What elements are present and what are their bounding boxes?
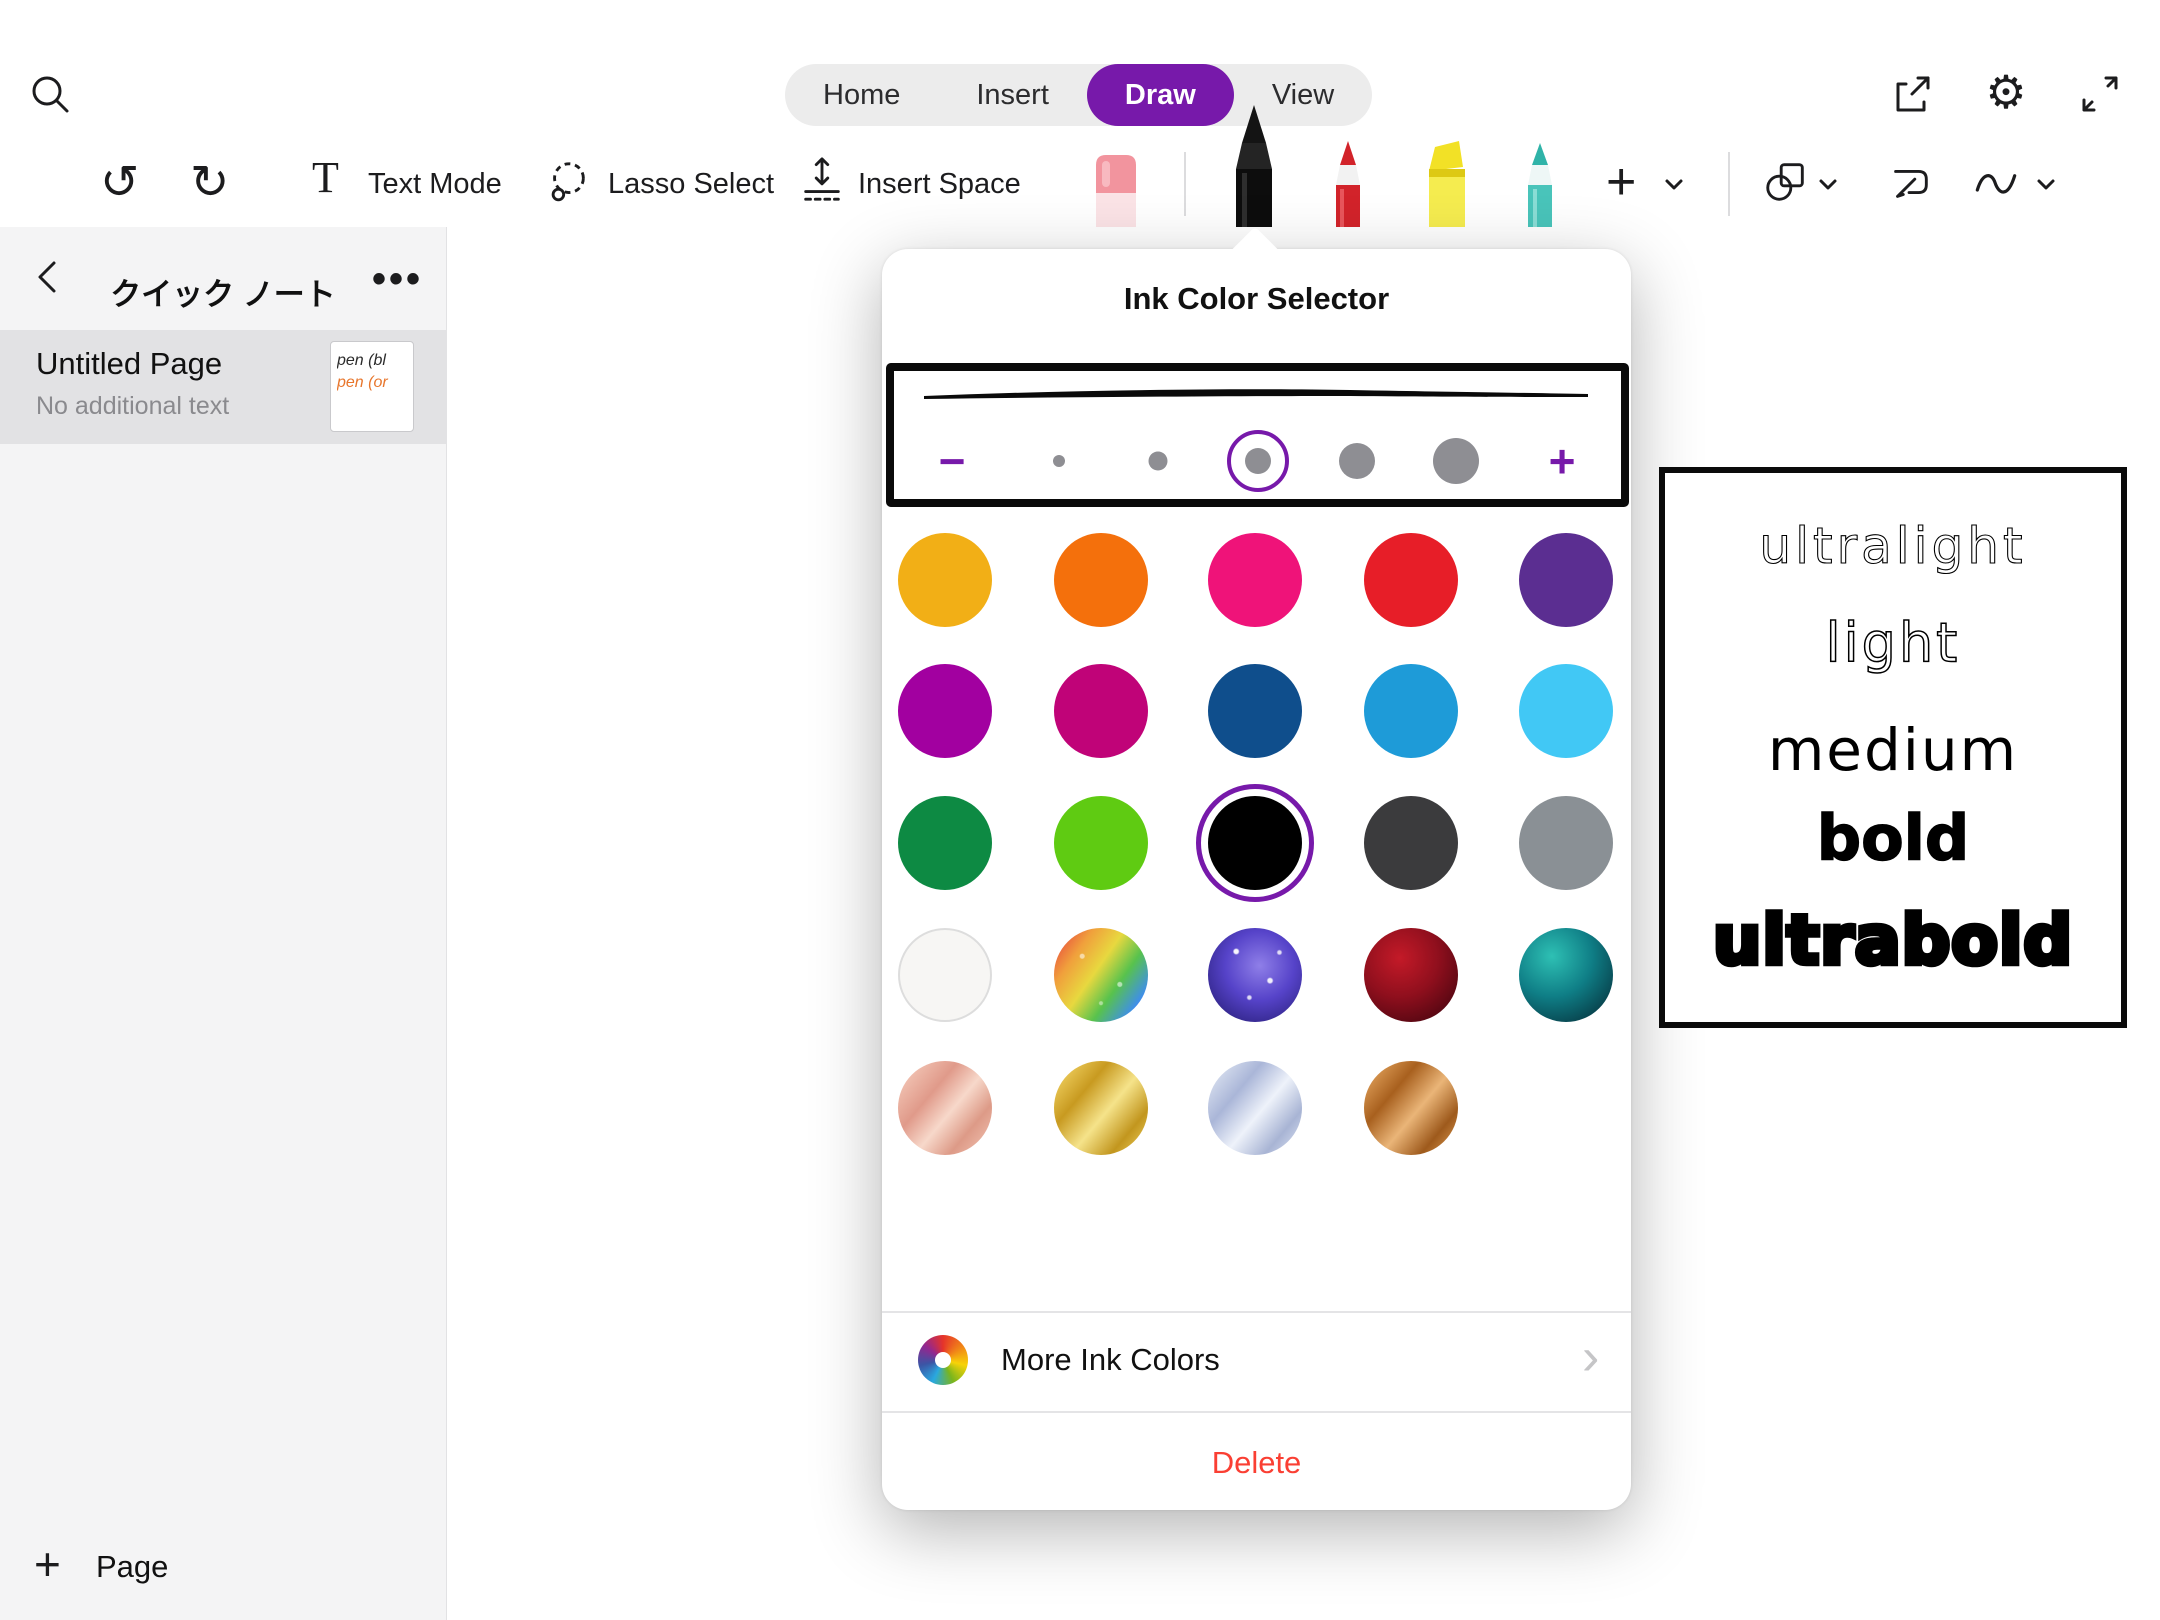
ink-sample-ultrabold: ultrabold	[1713, 902, 2073, 981]
color-swatch-navy-blue[interactable]	[1208, 664, 1302, 758]
insert-space-icon[interactable]	[798, 156, 846, 204]
add-pen-button[interactable]: +	[1606, 152, 1636, 212]
shapes-icon[interactable]	[1762, 158, 1810, 206]
eraser-tool[interactable]	[1088, 153, 1144, 227]
more-ink-colors-row[interactable]: More Ink Colors ›	[882, 1329, 1631, 1391]
redo-icon[interactable]: ↻	[190, 152, 229, 212]
share-icon[interactable]	[1888, 70, 1936, 118]
ink-sample-bold: bold	[1817, 802, 1970, 875]
tab-insert[interactable]: Insert	[938, 64, 1087, 126]
top-header: HomeInsertDrawView ⚙ ↺ ↻ T Text Mode	[0, 0, 2160, 227]
back-chevron-icon[interactable]	[24, 253, 72, 301]
tab-home[interactable]: Home	[785, 64, 938, 126]
thumbnail-ink-line: pen (or	[337, 372, 407, 394]
thumbnail-ink-line: pen (bl	[337, 350, 407, 372]
divider	[882, 1311, 1631, 1313]
color-swatch-red[interactable]	[1364, 533, 1458, 627]
page-subtitle: No additional text	[36, 392, 229, 421]
size-dot-3[interactable]	[1245, 448, 1271, 474]
size-dot-5[interactable]	[1433, 438, 1479, 484]
color-swatch-green[interactable]	[898, 796, 992, 890]
color-swatch-orange[interactable]	[1054, 533, 1148, 627]
color-swatch-black[interactable]	[1208, 796, 1302, 890]
app-window: HomeInsertDrawView ⚙ ↺ ↻ T Text Mode	[0, 0, 2160, 1620]
add-pen-chevron-icon[interactable]	[1664, 178, 1684, 192]
lasso-select-icon[interactable]	[544, 158, 592, 206]
color-swatch-gold[interactable]	[1054, 1061, 1148, 1155]
increase-size-button[interactable]: +	[1549, 438, 1576, 484]
color-swatch-blue[interactable]	[1364, 664, 1458, 758]
insert-space-label[interactable]: Insert Space	[858, 164, 1021, 204]
color-swatch-sky-blue[interactable]	[1519, 664, 1613, 758]
stroke-width-preview: − +	[886, 363, 1629, 507]
color-swatch-white[interactable]	[898, 928, 992, 1022]
fullscreen-icon[interactable]	[2076, 70, 2124, 118]
ink-sample-ultralight: ultralight	[1759, 517, 2026, 575]
color-swatch-lime-green[interactable]	[1054, 796, 1148, 890]
ink-to-shape-chevron-icon[interactable]	[2036, 178, 2056, 192]
gear-icon[interactable]: ⚙	[1982, 68, 2030, 116]
more-options-icon[interactable]: •••	[372, 257, 423, 302]
color-swatch-pink[interactable]	[1208, 533, 1302, 627]
red-pen-tool[interactable]	[1322, 139, 1374, 227]
add-page-label: Page	[96, 1549, 168, 1585]
chevron-right-icon: ›	[1582, 1327, 1599, 1387]
toolbar-divider	[1184, 152, 1186, 216]
color-swatch-teal-ink[interactable]	[1519, 928, 1613, 1022]
page-title: Untitled Page	[36, 346, 222, 382]
ink-to-shape-icon[interactable]	[1972, 158, 2020, 206]
lasso-select-label[interactable]: Lasso Select	[608, 164, 774, 204]
color-wheel-icon	[918, 1335, 968, 1385]
tab-draw[interactable]: Draw	[1087, 64, 1234, 126]
color-swatch-purple[interactable]	[1519, 533, 1613, 627]
size-dot-2[interactable]	[1149, 452, 1168, 471]
ink-color-selector-popover: Ink Color Selector − + More Ink Colors ›…	[882, 249, 1631, 1510]
size-dot-1[interactable]	[1053, 455, 1065, 467]
more-ink-colors-label: More Ink Colors	[1001, 1342, 1220, 1378]
ink-editor-icon[interactable]	[1886, 158, 1934, 206]
stroke-preview-line	[920, 385, 1592, 405]
sidebar: クイック ノート ••• Untitled Page No additional…	[0, 227, 447, 1620]
color-swatch-dark-gray[interactable]	[1364, 796, 1458, 890]
color-swatch-amber[interactable]	[898, 533, 992, 627]
color-swatch-dark-red-ink[interactable]	[1364, 928, 1458, 1022]
shapes-chevron-icon[interactable]	[1818, 178, 1838, 192]
color-swatch-rose-gold[interactable]	[898, 1061, 992, 1155]
color-swatch-galaxy[interactable]	[1208, 928, 1302, 1022]
black-pen-tool[interactable]	[1222, 103, 1286, 227]
color-swatch-bronze[interactable]	[1364, 1061, 1458, 1155]
add-page-button[interactable]: + Page	[0, 1535, 446, 1615]
size-dot-4[interactable]	[1339, 443, 1375, 479]
color-swatch-rainbow-glitter[interactable]	[1054, 928, 1148, 1022]
teal-pen-tool[interactable]	[1514, 141, 1566, 227]
page-thumbnail: pen (blpen (or	[330, 341, 414, 432]
color-swatch-magenta[interactable]	[1054, 664, 1148, 758]
popover-title: Ink Color Selector	[882, 281, 1631, 317]
color-swatch-silver[interactable]	[1208, 1061, 1302, 1155]
decrease-size-button[interactable]: −	[939, 438, 966, 484]
undo-icon[interactable]: ↺	[100, 152, 139, 212]
plus-icon: +	[34, 1537, 61, 1591]
text-mode-icon[interactable]: T	[312, 158, 339, 198]
text-mode-label[interactable]: Text Mode	[368, 164, 502, 204]
delete-button[interactable]: Delete	[882, 1427, 1631, 1499]
ink-sample-medium: medium	[1768, 716, 2018, 784]
stroke-weight-sample-panel: ultralight light medium bold ultrabold	[1659, 467, 2127, 1028]
yellow-highlighter-tool[interactable]	[1419, 139, 1475, 227]
color-swatch-violet[interactable]	[898, 664, 992, 758]
page-list-item[interactable]: Untitled Page No additional text pen (bl…	[0, 330, 446, 444]
divider	[882, 1411, 1631, 1413]
search-icon[interactable]	[26, 70, 74, 118]
color-swatch-gray[interactable]	[1519, 796, 1613, 890]
ink-sample-light: light	[1826, 612, 1961, 675]
toolbar-divider	[1728, 152, 1730, 216]
notebook-title: クイック ノート	[110, 269, 336, 314]
